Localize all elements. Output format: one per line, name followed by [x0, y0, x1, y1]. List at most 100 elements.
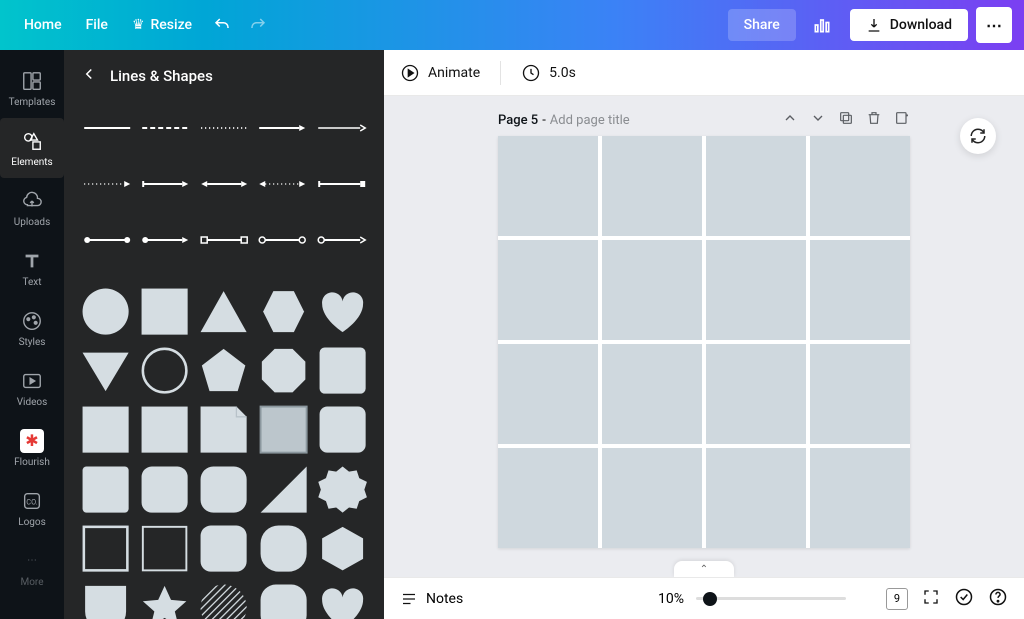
- grid-cell[interactable]: [602, 344, 702, 444]
- shape-rounded-square5[interactable]: [198, 523, 249, 574]
- shape-shield[interactable]: [80, 582, 131, 619]
- shape-square-outline[interactable]: [80, 523, 131, 574]
- shape-heart[interactable]: [317, 286, 368, 337]
- grid-cell[interactable]: [706, 344, 806, 444]
- sidepanel-body[interactable]: [64, 102, 384, 619]
- rail-uploads[interactable]: Uploads: [0, 178, 64, 238]
- shape-square-outline2[interactable]: [139, 523, 190, 574]
- help-button[interactable]: [988, 587, 1008, 611]
- line-bar-arrow[interactable]: [138, 158, 192, 210]
- rail-videos[interactable]: Videos: [0, 358, 64, 418]
- page-up[interactable]: [782, 110, 798, 130]
- line-dashed[interactable]: [138, 102, 192, 154]
- shape-rect[interactable]: [80, 464, 131, 515]
- more-button[interactable]: ⋯: [976, 7, 1012, 43]
- page-add[interactable]: [894, 110, 910, 130]
- grid-cell[interactable]: [810, 136, 910, 236]
- redo-button[interactable]: [240, 7, 276, 43]
- line-solid[interactable]: [80, 102, 134, 154]
- line-double-arrow-dotted[interactable]: [255, 158, 309, 210]
- line-double-arrow[interactable]: [197, 158, 251, 210]
- page-title-input[interactable]: Add page title: [550, 113, 630, 128]
- expand-pages-tab[interactable]: ⌃: [674, 561, 734, 577]
- shape-right-triangle[interactable]: [258, 464, 309, 515]
- shape-heart2[interactable]: [317, 582, 368, 619]
- file-button[interactable]: File: [74, 9, 120, 41]
- line-bar-square[interactable]: [314, 158, 368, 210]
- insights-button[interactable]: [804, 7, 840, 43]
- line-open-circles[interactable]: [255, 214, 309, 266]
- shape-hatched-circle[interactable]: [198, 582, 249, 619]
- grid-cell[interactable]: [498, 136, 598, 236]
- fullscreen-button[interactable]: [922, 588, 940, 610]
- page-duplicate[interactable]: [838, 110, 854, 130]
- rail-more[interactable]: ⋯ More: [0, 538, 64, 598]
- shape-triangle[interactable]: [198, 286, 249, 337]
- shape-square[interactable]: [139, 286, 190, 337]
- page-delete[interactable]: [866, 110, 882, 130]
- shape-circle[interactable]: [80, 286, 131, 337]
- rail-logos[interactable]: CO. Logos: [0, 478, 64, 538]
- shape-squircle[interactable]: [258, 523, 309, 574]
- refresh-fab[interactable]: [960, 118, 996, 154]
- shape-triangle-down[interactable]: [80, 345, 131, 396]
- page-canvas[interactable]: [498, 136, 910, 548]
- page-count[interactable]: 9: [886, 588, 908, 610]
- zoom-knob[interactable]: [703, 592, 717, 606]
- grid-cell[interactable]: [706, 240, 806, 340]
- grid-cell[interactable]: [498, 344, 598, 444]
- shape-hexagon[interactable]: [258, 286, 309, 337]
- home-button[interactable]: Home: [12, 9, 74, 41]
- shape-pentagon[interactable]: [198, 345, 249, 396]
- page-down[interactable]: [810, 110, 826, 130]
- line-open-squares[interactable]: [197, 214, 251, 266]
- shape-hexagon2[interactable]: [317, 523, 368, 574]
- shape-circle-outline[interactable]: [139, 345, 190, 396]
- grid-cell[interactable]: [810, 240, 910, 340]
- grid-cell[interactable]: [498, 448, 598, 548]
- duration-button[interactable]: 5.0s: [521, 63, 576, 83]
- shape-rounded-square3[interactable]: [139, 464, 190, 515]
- shape-rounded-square[interactable]: [317, 345, 368, 396]
- canvas-scroll[interactable]: Page 5 - Add page title: [384, 96, 1024, 577]
- line-dotted[interactable]: [197, 102, 251, 154]
- grid-cell[interactable]: [810, 448, 910, 548]
- line-dotted-arrow[interactable]: [80, 158, 134, 210]
- grid-cell[interactable]: [602, 136, 702, 236]
- shape-square3[interactable]: [139, 404, 190, 455]
- grid-cell[interactable]: [706, 136, 806, 236]
- shape-square-border[interactable]: [258, 404, 309, 455]
- shape-octagon[interactable]: [258, 345, 309, 396]
- shape-rounded-square6[interactable]: [258, 582, 309, 619]
- shape-folded[interactable]: [198, 404, 249, 455]
- shape-rounded-square4[interactable]: [198, 464, 249, 515]
- line-circle-arrow[interactable]: [138, 214, 192, 266]
- grid-cell[interactable]: [498, 240, 598, 340]
- grid-cell[interactable]: [706, 448, 806, 548]
- line-filled-circles[interactable]: [80, 214, 134, 266]
- animate-button[interactable]: Animate: [400, 63, 480, 83]
- share-button[interactable]: Share: [728, 9, 796, 41]
- notes-button[interactable]: Notes: [400, 590, 463, 608]
- rail-styles[interactable]: Styles: [0, 298, 64, 358]
- shape-seal[interactable]: [317, 464, 368, 515]
- shape-star[interactable]: [139, 582, 190, 619]
- zoom-slider[interactable]: [696, 597, 846, 600]
- grid-cell[interactable]: [810, 344, 910, 444]
- back-button[interactable]: [80, 65, 98, 87]
- rail-flourish[interactable]: ✱ Flourish: [0, 418, 64, 478]
- rail-templates[interactable]: Templates: [0, 58, 64, 118]
- grid-cell[interactable]: [602, 448, 702, 548]
- check-button[interactable]: [954, 587, 974, 611]
- shape-square2[interactable]: [80, 404, 131, 455]
- resize-button[interactable]: ♛ Resize: [120, 9, 204, 41]
- line-arrow-right[interactable]: [255, 102, 309, 154]
- line-arrow-right-thin[interactable]: [314, 102, 368, 154]
- rail-text[interactable]: Text: [0, 238, 64, 298]
- rail-elements[interactable]: Elements: [0, 118, 64, 178]
- download-button[interactable]: Download: [850, 9, 968, 41]
- line-open-circle-arrow[interactable]: [314, 214, 368, 266]
- shape-rounded-square2[interactable]: [317, 404, 368, 455]
- grid-cell[interactable]: [602, 240, 702, 340]
- undo-button[interactable]: [204, 7, 240, 43]
